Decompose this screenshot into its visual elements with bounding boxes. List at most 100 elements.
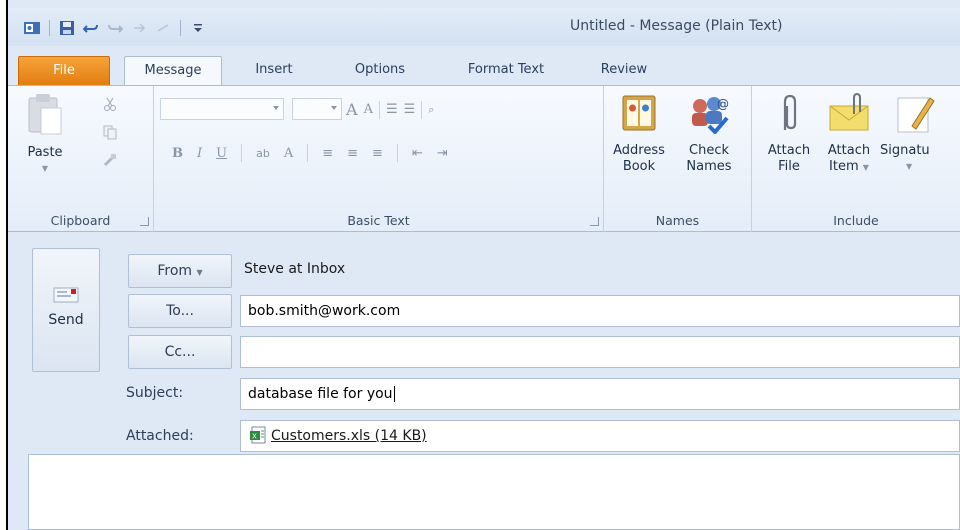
align-left-icon: ≡ — [322, 145, 334, 161]
send-label: Send — [48, 312, 84, 328]
to-button[interactable]: To... — [128, 294, 232, 328]
basic-text-group-label: Basic Text — [347, 213, 410, 228]
outlook-icon[interactable] — [22, 18, 42, 38]
signature-dropdown-icon: ▼ — [906, 162, 913, 171]
tab-format-text[interactable]: Format Text — [454, 56, 558, 86]
check-names-label-2: Names — [686, 159, 732, 174]
signature-button[interactable]: Signatu ▼ — [880, 92, 952, 175]
attachment-link[interactable]: Customers.xls (14 KB) — [271, 428, 427, 444]
to-field[interactable]: bob.smith@work.com — [240, 295, 960, 327]
quick-access-toolbar — [22, 18, 208, 38]
tab-options[interactable]: Options — [338, 56, 422, 86]
subject-label: Subject: — [126, 385, 184, 401]
cc-button[interactable]: Cc... — [128, 335, 232, 369]
include-group-label: Include — [833, 213, 879, 228]
redo-icon — [105, 18, 125, 38]
copy-icon — [102, 124, 118, 143]
ribbon-tabs: File Message Insert Options Format Text … — [8, 46, 960, 86]
group-include: Attach File Attach Item ▼ Signatu ▼ Incl… — [752, 86, 960, 232]
excel-file-icon: X — [249, 426, 267, 447]
text-caret — [393, 386, 395, 402]
paste-dropdown-icon: ▼ — [41, 164, 49, 173]
address-book-icon — [608, 92, 670, 139]
font-size-box — [291, 98, 342, 120]
attachments-field: X Customers.xls (14 KB) — [240, 420, 960, 452]
grow-font-button: A — [346, 100, 358, 119]
font-name-box — [160, 98, 284, 120]
align-right-icon: ≡ — [372, 145, 383, 161]
group-basic-text: A A ☰ ☰ ⌕ B I U ab A ≡ ≡ ≡ ⇤ ⇥ Basic Tex… — [154, 86, 604, 232]
window-title: Untitled - Message (Plain Text) — [570, 18, 783, 34]
tab-file[interactable]: File — [18, 56, 110, 86]
paste-label: Paste — [27, 145, 63, 160]
clipboard-group-label: Clipboard — [50, 213, 111, 228]
subject-field[interactable]: database file for you — [240, 378, 960, 410]
basic-text-row1: A A ☰ ☰ ⌕ — [346, 100, 434, 119]
send-button[interactable]: Send — [32, 248, 100, 372]
numbering-icon: ☰ — [403, 102, 416, 117]
increase-indent-icon: ⇥ — [436, 145, 448, 161]
up-icon — [129, 18, 149, 38]
attach-file-label-1: Attach — [767, 143, 811, 158]
svg-text:X: X — [252, 432, 257, 440]
from-dropdown-icon: ▼ — [196, 268, 203, 277]
message-header: Send From ▼ Steve at Inbox To... bob.smi… — [8, 232, 960, 454]
format-painter-icon — [102, 152, 118, 171]
font-color-button: A — [283, 145, 294, 161]
check-names-button[interactable]: @ Check Names — [674, 92, 744, 175]
from-value: Steve at Inbox — [244, 261, 346, 277]
check-names-icon: @ — [674, 92, 744, 139]
paperclip-icon — [764, 92, 814, 139]
message-body[interactable] — [28, 454, 960, 530]
address-book-button[interactable]: Address Book — [608, 92, 670, 175]
save-icon[interactable] — [57, 18, 77, 38]
check-names-label-1: Check — [689, 143, 729, 158]
qat-separator — [180, 20, 181, 36]
attach-item-label-1: Attach — [827, 143, 871, 158]
down-icon — [153, 18, 173, 38]
attach-item-button[interactable]: Attach Item ▼ — [822, 92, 876, 176]
basic-text-dialog-launcher — [590, 217, 599, 226]
group-names: Address Book @ Check Names Names — [604, 86, 752, 232]
paste-button[interactable]: Paste ▼ — [18, 92, 72, 177]
from-button[interactable]: From ▼ — [128, 254, 232, 288]
clipboard-dialog-launcher[interactable] — [140, 217, 149, 226]
underline-button: U — [216, 145, 228, 161]
address-book-label-2: Book — [622, 159, 656, 174]
from-button-label: From — [157, 263, 193, 279]
signature-icon — [896, 92, 952, 139]
decrease-indent-icon: ⇤ — [411, 145, 423, 161]
shrink-font-button: A — [363, 102, 373, 117]
bold-button: B — [172, 145, 183, 161]
basic-text-row2: B I U ab A ≡ ≡ ≡ ⇤ ⇥ — [172, 144, 448, 162]
customize-icon[interactable] — [188, 18, 208, 38]
align-center-icon: ≡ — [347, 145, 359, 161]
italic-button: I — [197, 145, 203, 161]
tab-review[interactable]: Review — [586, 56, 662, 86]
qat-separator — [49, 20, 50, 36]
highlight-button: ab — [256, 146, 270, 160]
svg-text:@: @ — [717, 97, 729, 111]
title-bar: Untitled - Message (Plain Text) — [8, 8, 960, 46]
spelling-icon: ⌕ — [428, 102, 435, 116]
ribbon: Paste ▼ Clipboard A A ☰ ☰ ⌕ B I U ab A ≡… — [8, 85, 960, 232]
group-clipboard: Paste ▼ Clipboard — [8, 86, 154, 232]
cc-field[interactable] — [240, 336, 960, 368]
tab-message[interactable]: Message — [124, 56, 222, 86]
attached-label: Attached: — [126, 428, 194, 444]
tab-insert[interactable]: Insert — [244, 56, 304, 86]
attach-file-button[interactable]: Attach File — [764, 92, 814, 175]
address-book-label-1: Address — [613, 143, 665, 158]
bullets-icon: ☰ — [385, 102, 398, 117]
outlook-message-window: Untitled - Message (Plain Text) File Mes… — [6, 0, 960, 530]
subject-value: database file for you — [248, 386, 393, 402]
signature-label: Signatu — [880, 143, 930, 158]
undo-icon[interactable] — [81, 18, 101, 38]
attach-item-label-2: Item ▼ — [829, 159, 869, 174]
attach-file-label-2: File — [778, 159, 800, 174]
paste-icon — [18, 92, 72, 141]
attach-item-icon — [822, 92, 876, 139]
cut-icon — [102, 96, 118, 115]
names-group-label: Names — [655, 213, 700, 228]
font-name-combo — [160, 98, 342, 123]
